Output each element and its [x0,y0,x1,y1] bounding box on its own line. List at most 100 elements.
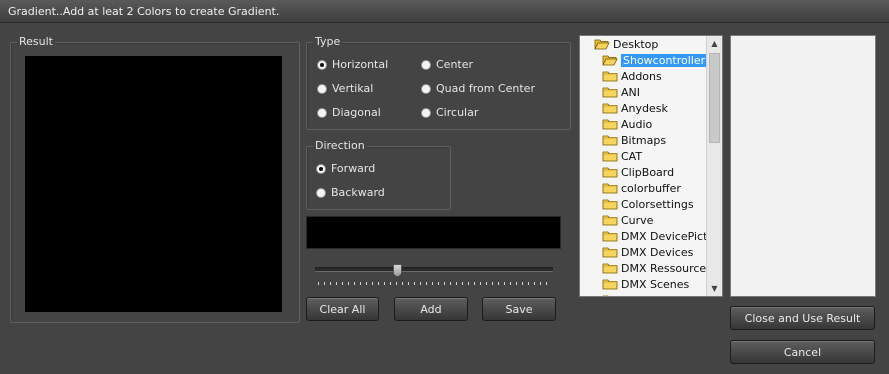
radio-diagonal[interactable]: Diagonal [317,106,381,119]
folder-tree-item[interactable]: Showcontroller [602,52,708,68]
radio-label: Horizontal [332,58,389,71]
slider-tick [330,282,331,285]
radio-label: Center [436,58,474,71]
folder-tree-item[interactable]: colorbuffer [602,180,681,196]
scroll-down-arrow-icon[interactable]: ▼ [707,281,722,296]
folder-tree-item-label: DMX Scenes [621,277,690,291]
slider-tick [420,282,421,285]
clear-all-button[interactable]: Clear All [306,297,379,321]
slider-tick [444,282,445,285]
type-label: Type [313,35,343,48]
folder-tree-item-label: Bitmaps [621,133,667,147]
folder-tree-item-label: ANI [621,85,640,99]
folder-tree-item[interactable]: DMX DevicePictu [602,228,714,244]
folder-open-icon [602,54,618,66]
slider-ticks [318,282,547,285]
scroll-thumb[interactable] [709,53,720,143]
radio-indicator [421,107,431,118]
scroll-up-arrow-icon[interactable]: ▲ [707,36,722,51]
radio-label: Diagonal [332,106,381,119]
direction-group: Direction [306,139,451,210]
folder-tree-item-label: Desktop [613,37,659,51]
radio-horizontal[interactable]: Horizontal [317,58,388,71]
folder-tree-item[interactable]: Desktop [594,36,658,52]
gradient-preview-strip[interactable] [306,216,561,249]
result-preview [25,56,282,312]
slider-tick [546,282,547,285]
folder-tree-item[interactable]: Audio [602,116,652,132]
radio-indicator [317,107,327,118]
folder-icon [602,278,618,290]
folder-tree-item-label: DMX Devices [621,245,694,259]
folder-tree-item[interactable]: Addons [602,68,662,84]
folder-icon [602,102,618,114]
folder-icon [602,214,618,226]
folder-tree-item-label: CAT [621,149,643,163]
slider-tick [498,282,499,285]
slider-tick [516,282,517,285]
folder-icon [602,166,618,178]
radio-label: Forward [331,162,376,175]
result-label: Result [17,35,55,48]
folder-tree-item-label: Addons [621,69,662,83]
radio-indicator [421,59,431,70]
slider-tick [438,282,439,285]
folder-tree-item[interactable]: DMX Ressources [602,260,712,276]
folder-tree-item-label: Curve [621,213,654,227]
close-and-use-result-button[interactable]: Close and Use Result [730,306,875,330]
folder-tree-item[interactable]: DMX Devices [602,244,693,260]
radio-label: Vertikal [332,82,374,95]
radio-label: Quad from Center [436,82,535,95]
folder-tree-item[interactable]: ANI [602,84,640,100]
folder-icon [602,246,618,258]
folder-open-icon [594,38,610,50]
slider-tick [372,282,373,285]
radio-indicator [421,83,431,94]
radio-label: Backward [331,186,385,199]
slider-tick [534,282,535,285]
slider-tick [432,282,433,285]
folder-icon [602,262,618,274]
folder-tree-item[interactable]: ClipBoard [602,164,674,180]
slider-tick [384,282,385,285]
gradient-slider-track[interactable] [315,267,553,272]
folder-icon [602,150,618,162]
folder-tree-item-label: DMX DevicePictu [621,229,715,243]
folder-icon [602,182,618,194]
cancel-button[interactable]: Cancel [730,340,875,364]
folder-tree-item[interactable]: CAT [602,148,642,164]
folder-tree-item[interactable]: DMX Scenes [602,276,689,292]
slider-tick [528,282,529,285]
radio-center[interactable]: Center [421,58,473,71]
folder-tree[interactable]: Desktop Showcontroller Addons ANI Anydesk Aud… [579,35,723,297]
folder-tree-item-label: ClipBoard [621,165,675,179]
slider-tick [540,282,541,285]
radio-indicator [317,59,327,70]
folder-tree-item[interactable]: Colorsettings [602,196,694,212]
folder-icon [602,294,618,296]
folder-icon [602,70,618,82]
folder-tree-item-label: colorbuffer [621,181,681,195]
radio-label: Circular [436,106,479,119]
slider-tick [510,282,511,285]
folder-tree-item[interactable]: Anydesk [602,100,668,116]
gradient-slider-thumb[interactable] [392,264,402,277]
color-list[interactable] [730,35,876,297]
radio-backward[interactable]: Backward [316,186,385,199]
add-button[interactable]: Add [394,297,468,321]
save-button[interactable]: Save [482,297,556,321]
slider-tick [318,282,319,285]
folder-tree-item[interactable]: Dri [602,292,637,296]
folder-icon [602,134,618,146]
radio-indicator [316,163,326,174]
radio-circular[interactable]: Circular [421,106,478,119]
slider-tick [378,282,379,285]
folder-tree-scrollbar[interactable]: ▲ ▼ [706,36,722,296]
radio-forward[interactable]: Forward [316,162,375,175]
slider-tick [390,282,391,285]
slider-tick [342,282,343,285]
radio-quad-from-center[interactable]: Quad from Center [421,82,535,95]
radio-vertikal[interactable]: Vertikal [317,82,373,95]
folder-tree-item[interactable]: Curve [602,212,653,228]
folder-tree-item[interactable]: Bitmaps [602,132,666,148]
